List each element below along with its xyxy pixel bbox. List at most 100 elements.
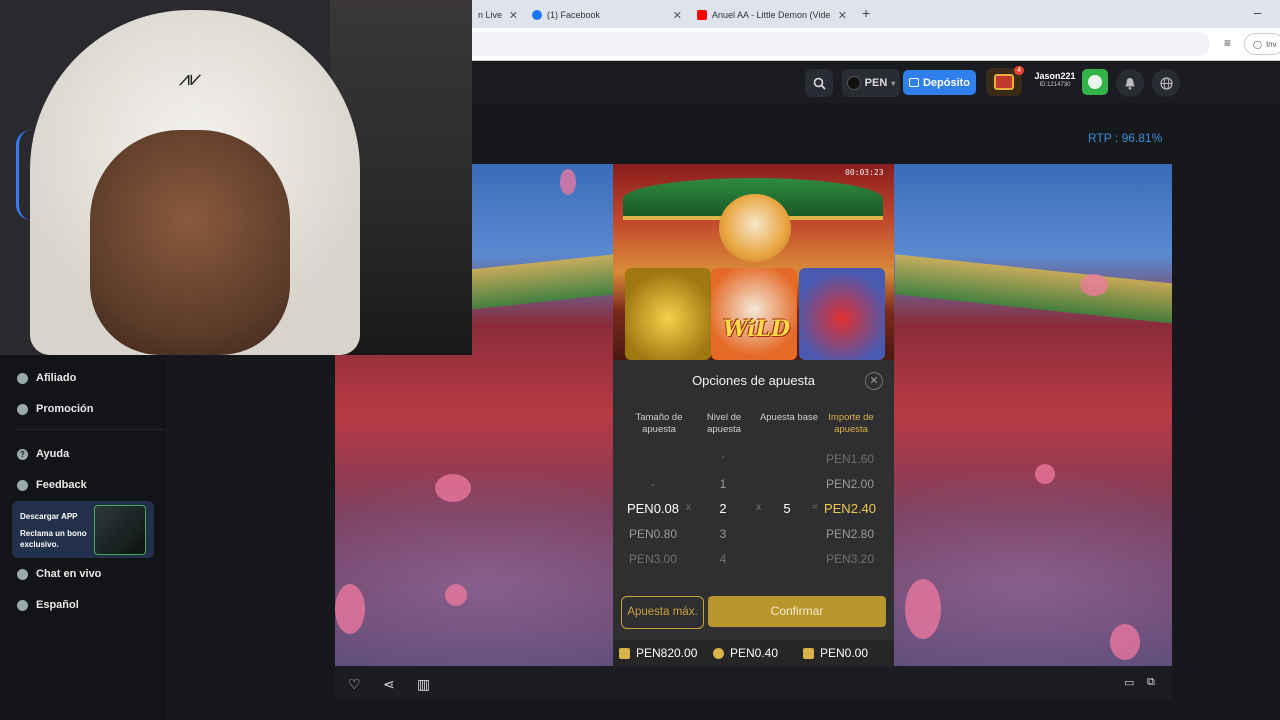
chevron-down-icon: ▾ <box>891 78 896 88</box>
avatar-icon <box>1088 75 1102 89</box>
bell-icon <box>1125 77 1135 90</box>
promo-icon <box>17 403 28 415</box>
fortune-tiger-mascot <box>719 194 791 262</box>
petal-decoration <box>905 579 941 639</box>
bet-level-option[interactable]: 4 <box>688 552 758 566</box>
bet-value: PEN0.40 <box>730 646 779 660</box>
bet-amount-option[interactable]: PEN1.60 <box>815 452 885 466</box>
bet-display: PEN0.40 <box>713 646 778 660</box>
bet-size-option[interactable]: PEN3.00 <box>618 552 688 566</box>
session-timer: 00:03:23 <box>845 168 884 177</box>
close-tab-icon[interactable]: ✕ <box>509 9 518 22</box>
stats-icon[interactable]: ▥ <box>417 676 430 693</box>
search-icon <box>813 77 826 90</box>
headset-icon <box>17 568 28 580</box>
user-id: ID:1214730 <box>1039 82 1071 88</box>
confirm-button[interactable]: Confirmar <box>708 596 886 627</box>
coin-icon <box>713 647 724 659</box>
sidebar-item-label: Ayuda <box>36 448 70 460</box>
heart-icon[interactable]: ♡ <box>348 676 361 693</box>
wallet-icon <box>908 78 919 87</box>
language-button[interactable] <box>1152 69 1180 97</box>
webcam-face <box>90 130 290 355</box>
bet-size-option[interactable]: PEN0.80 <box>618 527 688 541</box>
petal-decoration <box>1080 274 1108 296</box>
new-tab-button[interactable]: + <box>862 5 870 21</box>
headphone <box>16 130 46 220</box>
youtube-icon <box>697 10 707 20</box>
sidebar-item-affiliate[interactable]: Afiliado <box>17 372 76 384</box>
sidebar-item-label: Feedback <box>36 479 87 491</box>
currency-coin-icon <box>846 76 861 90</box>
browser-tab[interactable]: (1) Facebook ✕ <box>532 4 682 26</box>
download-app-card[interactable]: Descargar APP Reclama un bono exclusivo. <box>12 501 154 558</box>
close-tab-icon[interactable]: ✕ <box>838 9 847 22</box>
globe-icon <box>17 599 28 611</box>
facebook-icon <box>532 10 542 20</box>
bet-amount-option[interactable]: PEN2.00 <box>815 477 885 491</box>
balance-value: PEN820.00 <box>636 646 698 660</box>
profile-icon: ◯ <box>1253 39 1262 49</box>
feedback-icon <box>17 479 28 491</box>
profile-chip[interactable]: ◯ Inv <box>1244 33 1280 55</box>
close-icon[interactable]: ✕ <box>865 372 883 390</box>
notification-badge: 4 <box>1014 66 1024 75</box>
sidebar-item-feedback[interactable]: Feedback <box>17 479 87 491</box>
balance-display: PEN820.00 <box>619 646 697 660</box>
bet-options-sheet: Opciones de apuesta ✕ Tamaño de apuesta … <box>613 360 894 666</box>
theater-mode-icon[interactable]: ▭ <box>1124 676 1134 689</box>
max-bet-button[interactable]: Apuesta máx. <box>621 596 704 629</box>
trophy-icon <box>803 647 814 659</box>
search-button[interactable] <box>805 69 833 97</box>
deposit-label: Depósito <box>922 76 971 89</box>
sidebar-item-help[interactable]: ? Ayuda <box>17 448 69 460</box>
tab-search-icon[interactable]: ≡ <box>1224 36 1231 50</box>
webcam-overlay: ⩘⩗ <box>0 0 472 355</box>
game-toolbar: ♡ ⋖ ▥ ▭ ⧉ <box>335 666 1172 700</box>
fullscreen-icon[interactable]: ⧉ <box>1147 676 1155 689</box>
bet-level-header: Nivel de apuesta <box>706 412 742 435</box>
sidebar-item-label: Chat en vivo <box>36 568 102 580</box>
wild-tiger-symbol <box>711 268 797 360</box>
user-info[interactable]: Jason221 ID:1214730 <box>1030 71 1080 88</box>
sidebar-item-language[interactable]: Español <box>17 599 79 611</box>
deposit-button[interactable]: Depósito <box>903 70 976 95</box>
sidebar-item-label: Español <box>36 599 79 611</box>
hoodie-logo: ⩘⩗ <box>178 66 202 90</box>
sidebar-item-label: Promoción <box>36 403 94 415</box>
notifications-button[interactable] <box>1116 69 1144 97</box>
currency-label: PEN <box>864 77 888 89</box>
browser-tab[interactable]: Anuel AA - Little Demon (Vide ✕ <box>697 4 847 26</box>
bet-level-option[interactable]: 3 <box>688 527 758 541</box>
minimize-button[interactable]: – <box>1254 5 1261 20</box>
globe-icon <box>1159 76 1173 90</box>
bet-amount-option[interactable]: PEN3.20 <box>815 552 885 566</box>
petal-decoration <box>1035 464 1055 484</box>
promo-text: Reclama un bono exclusivo. <box>20 529 87 549</box>
petal-decoration <box>560 169 576 195</box>
bet-size-option[interactable]: - <box>618 477 688 491</box>
bet-amount-selected[interactable]: PEN2.40 <box>815 501 885 516</box>
browser-tab[interactable]: n Live ✕ <box>478 4 518 26</box>
bet-options-title: Opciones de apuesta <box>692 373 815 388</box>
sidebar-item-promotion[interactable]: Promoción <box>17 403 93 415</box>
bet-amount-option[interactable]: PEN2.80 <box>815 527 885 541</box>
share-icon[interactable]: ⋖ <box>383 676 395 693</box>
bet-level-option[interactable]: 1 <box>688 477 758 491</box>
close-tab-icon[interactable]: ✕ <box>673 9 682 22</box>
tab-title: Anuel AA - Little Demon (Vide <box>712 10 831 20</box>
url-input[interactable] <box>400 32 1210 56</box>
sidebar-item-live-chat[interactable]: Chat en vivo <box>17 568 101 580</box>
username: Jason221 <box>1034 71 1076 81</box>
avatar[interactable] <box>1082 69 1108 95</box>
slot-game-panel: WiLD 00:03:23 Opciones de apuesta ✕ Tama… <box>613 164 894 666</box>
bet-level-option[interactable]: - <box>688 452 758 463</box>
bet-level-selected[interactable]: 2 <box>688 501 758 516</box>
gold-ingot-symbol <box>625 268 711 360</box>
currency-selector[interactable]: PEN ▾ <box>842 69 900 97</box>
petal-decoration <box>335 584 365 634</box>
bet-size-selected[interactable]: PEN0.08 <box>618 501 688 516</box>
sidebar: Afiliado Promoción ? Ayuda Feedback Desc… <box>0 355 166 720</box>
rewards-chest-button[interactable]: 4 <box>986 66 1024 96</box>
petal-decoration <box>1110 624 1140 660</box>
